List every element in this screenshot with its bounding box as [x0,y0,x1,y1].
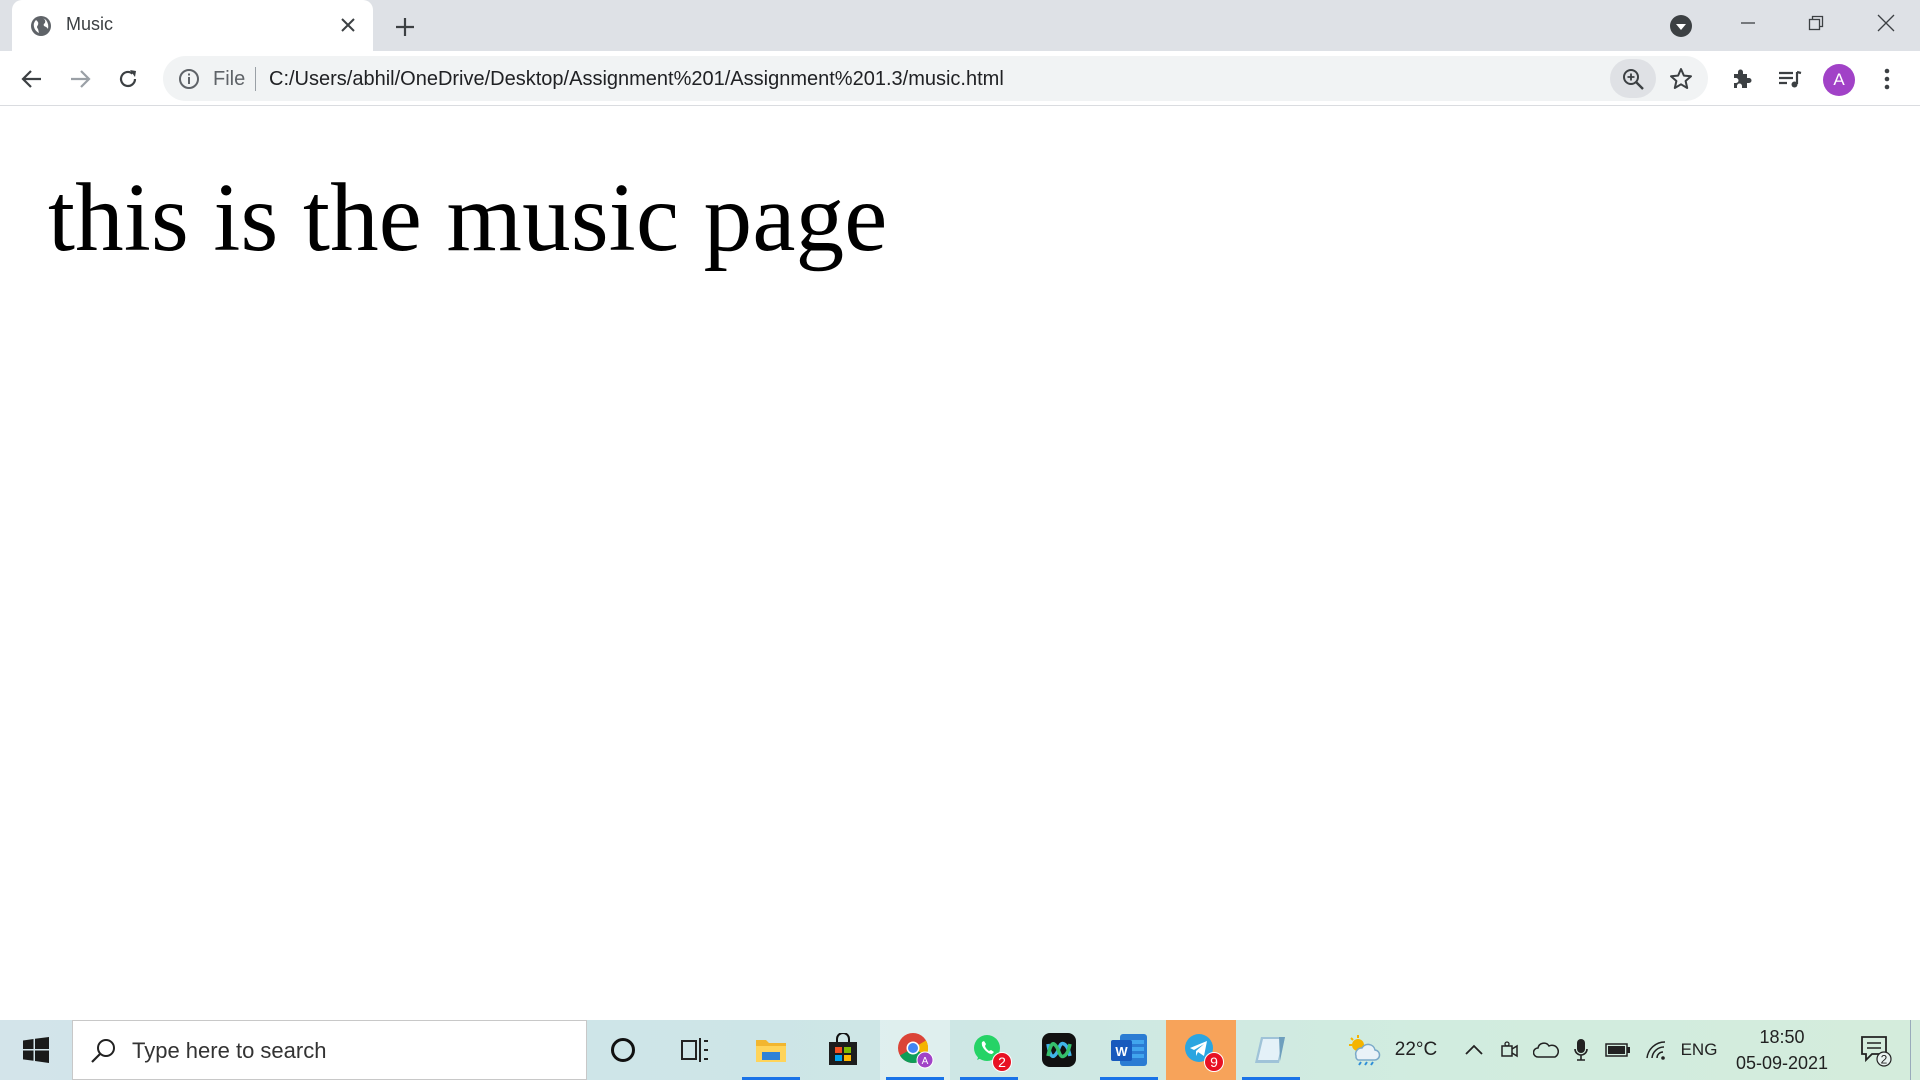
media-control-button[interactable] [1774,63,1806,95]
taskbar: Type here to search A 2 W 9 22°C ENG 18:… [0,1020,1920,1080]
star-icon [1670,68,1692,89]
windows-logo-icon [23,1037,49,1063]
arrow-right-icon [71,70,91,88]
network-button[interactable] [1640,1020,1672,1080]
show-desktop-button[interactable] [1910,1020,1920,1080]
separator [255,67,256,91]
plus-icon [396,18,414,36]
notification-badge: 9 [1204,1052,1224,1072]
profile-avatar[interactable]: A [1823,64,1855,96]
forward-button[interactable] [64,63,96,95]
clock-time: 18:50 [1759,1027,1805,1047]
word-button[interactable]: W [1094,1020,1164,1080]
scheme-label: File [213,68,246,90]
reload-icon [119,70,137,88]
show-hidden-icons-button[interactable] [1460,1020,1488,1080]
tab-search-button[interactable] [1668,13,1694,39]
task-view-icon [681,1038,708,1062]
close-icon [341,18,355,32]
browser-toolbar: File C:/Users/abhil/OneDrive/Desktop/Ass… [0,51,1920,106]
file-explorer-button[interactable] [736,1020,806,1080]
battery-button[interactable] [1602,1020,1634,1080]
store-button[interactable] [808,1020,878,1080]
notification-badge: 2 [992,1052,1012,1072]
chrome-icon: A [898,1033,934,1069]
close-window-button[interactable] [1852,0,1920,45]
playlist-icon [1779,70,1802,88]
clock-button[interactable]: 18:50 05-09-2021 [1716,1024,1848,1076]
webex-button[interactable] [1024,1020,1094,1080]
puzzle-icon [1734,69,1752,88]
info-icon[interactable] [177,67,201,91]
notepad-icon [1255,1037,1285,1063]
tab-close-button[interactable] [337,14,359,36]
minimize-icon [1741,21,1755,24]
telegram-button[interactable]: 9 [1166,1020,1236,1080]
weather-temperature[interactable]: 22°C [1390,1020,1442,1080]
wifi-icon [1646,1041,1666,1060]
taskbar-search[interactable]: Type here to search [72,1020,587,1080]
notepad-button[interactable] [1236,1020,1306,1080]
reload-button[interactable] [112,63,144,95]
chevron-down-icon [1670,15,1692,37]
onedrive-button[interactable] [1530,1020,1562,1080]
chrome-button[interactable]: A [880,1020,950,1080]
cortana-button[interactable] [588,1020,658,1080]
meet-now-icon [1501,1041,1518,1058]
zoom-button[interactable] [1610,59,1656,98]
microphone-button[interactable] [1568,1020,1594,1080]
language-button[interactable]: ENG [1678,1020,1720,1080]
extensions-button[interactable] [1726,63,1758,95]
search-icon [91,1039,115,1063]
word-icon: W [1111,1034,1147,1066]
page-heading: this is the music page [48,164,888,271]
weather-button[interactable] [1340,1020,1388,1080]
zoom-icon [1623,68,1644,90]
tab-strip: Music [0,0,1920,51]
action-center-button[interactable]: 2 [1851,1020,1901,1080]
globe-icon [31,16,51,36]
url-text[interactable]: C:/Users/abhil/OneDrive/Desktop/Assignme… [269,68,1004,91]
chevron-up-icon [1465,1044,1483,1055]
notification-icon: 2 [1861,1036,1892,1067]
new-tab-button[interactable] [390,12,420,42]
cloud-icon [1533,1042,1559,1058]
restore-button[interactable] [1782,0,1850,45]
close-icon [1877,14,1895,31]
tab-title: Music [66,14,114,34]
store-icon [829,1033,857,1065]
address-bar[interactable]: File C:/Users/abhil/OneDrive/Desktop/Ass… [163,56,1708,101]
notification-count: 2 [1881,1053,1888,1067]
arrow-left-icon [21,70,41,88]
webex-icon [1042,1033,1076,1067]
page-viewport: this is the music page [0,107,1920,1020]
circle-icon [611,1038,635,1062]
whatsapp-button[interactable]: 2 [954,1020,1024,1080]
minimize-button[interactable] [1714,0,1782,45]
meet-now-button[interactable] [1496,1020,1524,1080]
kebab-menu-icon [1884,68,1890,90]
browser-tab[interactable]: Music [12,0,373,51]
microphone-icon [1574,1039,1588,1061]
bookmark-button[interactable] [1666,64,1696,94]
svg-text:W: W [1115,1044,1128,1059]
start-button[interactable] [0,1020,72,1080]
clock-date: 05-09-2021 [1735,1053,1829,1073]
restore-icon [1808,15,1824,30]
svg-text:A: A [922,1056,929,1067]
weather-icon [1349,1035,1381,1066]
folder-icon [756,1040,786,1062]
back-button[interactable] [16,63,48,95]
battery-icon [1605,1043,1630,1057]
task-view-button[interactable] [660,1020,730,1080]
menu-button[interactable] [1871,63,1903,95]
search-placeholder: Type here to search [132,1038,327,1063]
